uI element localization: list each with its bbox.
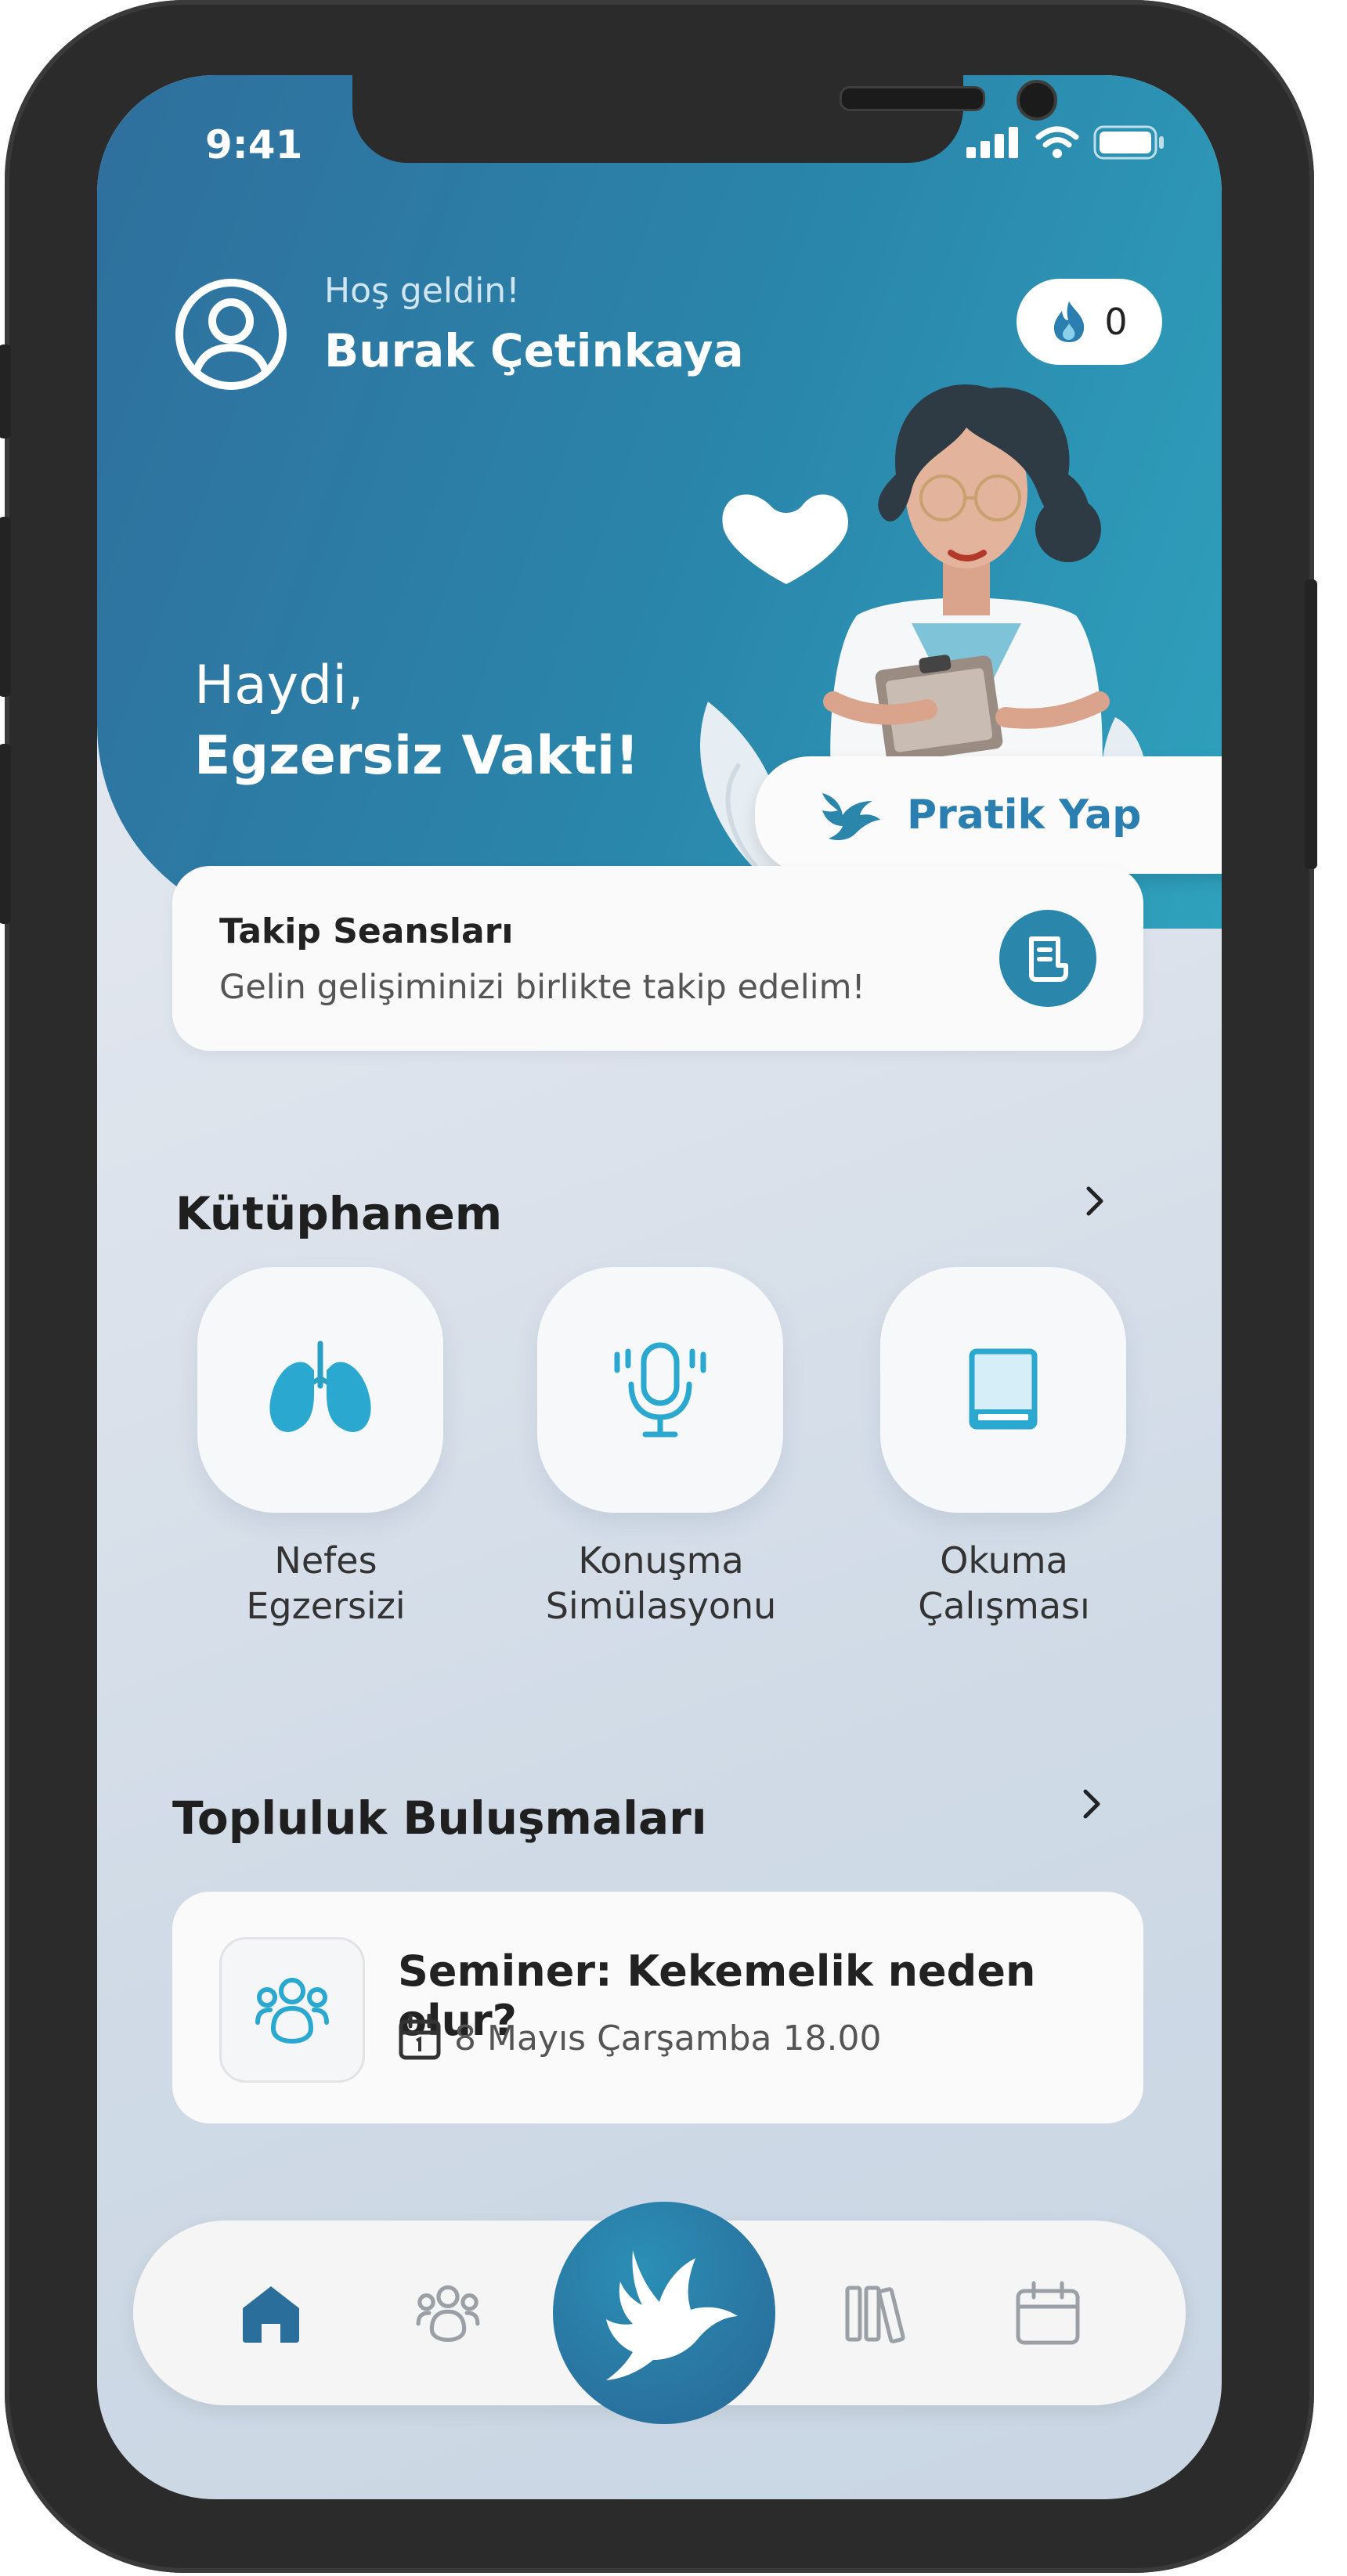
hero-heading-line2: Egzersiz Vakti! — [194, 725, 640, 787]
nav-library[interactable] — [836, 2274, 915, 2352]
nav-calendar[interactable] — [1009, 2274, 1087, 2352]
battery-icon — [1093, 125, 1164, 160]
nav-home[interactable] — [232, 2274, 310, 2352]
status-icons — [966, 125, 1165, 160]
library-icon — [845, 2286, 905, 2343]
reading-practice-label: Okuma Çalışması — [863, 1538, 1145, 1629]
speech-simulation-tile[interactable] — [537, 1267, 783, 1513]
reading-label-line1: Okuma — [940, 1539, 1068, 1582]
practice-button[interactable]: Pratik Yap — [755, 756, 1222, 874]
mute-switch — [0, 345, 11, 438]
calendar-icon — [1016, 2281, 1080, 2345]
bird-icon — [822, 793, 880, 840]
speech-label-line2: Simülasyonu — [545, 1585, 777, 1627]
bird-logo-icon — [606, 2250, 738, 2380]
wifi-icon — [1035, 126, 1079, 158]
breathing-label-line2: Egzersizi — [246, 1585, 406, 1627]
signal-icon — [966, 127, 1018, 158]
follow-up-sessions-card[interactable]: Takip Seansları Gelin gelişiminizi birli… — [172, 866, 1143, 1051]
front-camera — [1017, 80, 1057, 121]
breathing-exercise-label: Nefes Egzersizi — [185, 1538, 467, 1629]
bottom-navigation — [133, 2202, 1186, 2424]
nav-community[interactable] — [409, 2274, 487, 2352]
event-date: 8 Mayıs Çarşamba 18.00 — [454, 2019, 882, 2058]
app-screen: 9:41 Hoş geldin! Burak Çetinkaya 0 Haydi… — [97, 75, 1222, 2499]
user-icon — [175, 279, 287, 390]
follow-up-title: Takip Seansları — [219, 911, 514, 951]
follow-up-subtitle: Gelin gelişiminizi birlikte takip edelim… — [219, 968, 865, 1007]
notes-icon — [999, 910, 1096, 1007]
book-icon — [969, 1348, 1038, 1430]
nav-practice-center-button[interactable] — [553, 2202, 775, 2424]
event-card[interactable]: Seminer: Kekemelik neden olur? 8 Mayıs Ç… — [172, 1892, 1143, 2123]
event-icon-box — [219, 1937, 365, 2083]
speaker-grille — [840, 86, 985, 111]
group-icon — [255, 1978, 329, 2044]
community-title: Topluluk Buluşmaları — [172, 1791, 707, 1845]
phone-frame: 9:41 Hoş geldin! Burak Çetinkaya 0 Haydi… — [0, 0, 1317, 2573]
volume-down-button — [0, 744, 11, 924]
profile-avatar-button[interactable] — [172, 276, 290, 396]
calendar-small-icon — [399, 2014, 441, 2060]
volume-up-button — [0, 517, 11, 697]
power-button — [1305, 579, 1317, 869]
microphone-icon — [614, 1342, 706, 1438]
greeting-text: Hoş geldin! — [324, 271, 520, 311]
library-chevron-right-icon[interactable] — [1079, 1185, 1110, 1217]
community-icon — [416, 2285, 480, 2342]
library-title: Kütüphanem — [175, 1187, 503, 1240]
community-chevron-right-icon[interactable] — [1076, 1788, 1107, 1820]
lungs-icon — [269, 1340, 371, 1432]
status-time: 9:41 — [205, 122, 303, 168]
reading-label-line2: Çalışması — [918, 1585, 1090, 1627]
breathing-exercise-tile[interactable] — [197, 1267, 443, 1513]
practice-button-label: Pratik Yap — [907, 792, 1142, 839]
speech-simulation-label: Konuşma Simülasyonu — [520, 1538, 802, 1629]
device-notch — [352, 75, 1057, 163]
breathing-label-line1: Nefes — [274, 1539, 377, 1582]
hero-heading-line1: Haydi, — [194, 655, 364, 716]
speech-label-line1: Konuşma — [578, 1539, 744, 1582]
reading-practice-tile[interactable] — [880, 1267, 1126, 1513]
home-icon — [243, 2286, 299, 2343]
